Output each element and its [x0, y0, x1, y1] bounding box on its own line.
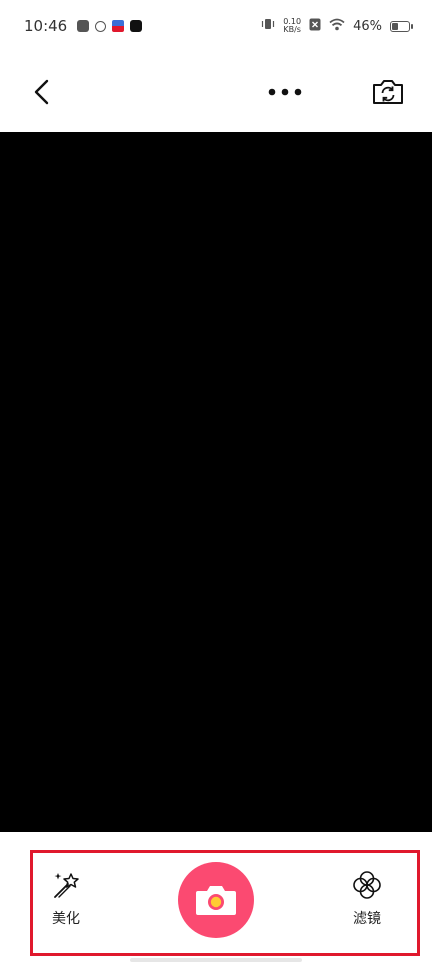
beauty-button[interactable]: 美化	[44, 870, 88, 928]
status-time: 10:46	[24, 17, 68, 35]
status-bar-left: 10:46	[24, 17, 143, 35]
chevron-left-icon	[34, 79, 49, 105]
battery-percent: 46%	[353, 18, 382, 34]
app-notification-icon	[112, 20, 125, 32]
shutter-button[interactable]	[178, 862, 254, 938]
back-button[interactable]	[20, 70, 64, 114]
wifi-icon	[329, 18, 345, 35]
magic-wand-icon	[54, 873, 79, 898]
filter-label: 滤镜	[353, 911, 381, 927]
camera-switch-icon	[373, 80, 403, 104]
home-indicator[interactable]	[130, 958, 302, 962]
status-bar-right: 0.10 KB/s 46%	[261, 17, 413, 35]
bottom-toolbar: 美化 滤镜	[0, 832, 432, 964]
no-sim-icon	[309, 18, 321, 35]
camera-preview[interactable]	[0, 132, 432, 832]
sync-icon	[95, 20, 107, 32]
battery-fill	[392, 22, 399, 30]
vibrate-icon	[261, 17, 275, 35]
battery-icon	[390, 20, 413, 32]
net-speed: 0.10 KB/s	[283, 18, 301, 34]
switch-camera-button[interactable]	[366, 70, 410, 114]
status-bar: 10:46 0.10 KB/s 46%	[0, 0, 432, 52]
tiktok-icon	[130, 20, 143, 32]
camera-icon	[196, 886, 236, 915]
mail-icon	[77, 20, 90, 32]
net-speed-unit: KB/s	[283, 25, 301, 34]
more-horizontal-icon	[268, 88, 302, 96]
filter-aperture-icon	[353, 871, 381, 899]
top-nav	[0, 52, 432, 132]
filter-button[interactable]: 滤镜	[345, 870, 389, 928]
beauty-label: 美化	[52, 911, 80, 927]
more-button[interactable]	[263, 70, 307, 114]
